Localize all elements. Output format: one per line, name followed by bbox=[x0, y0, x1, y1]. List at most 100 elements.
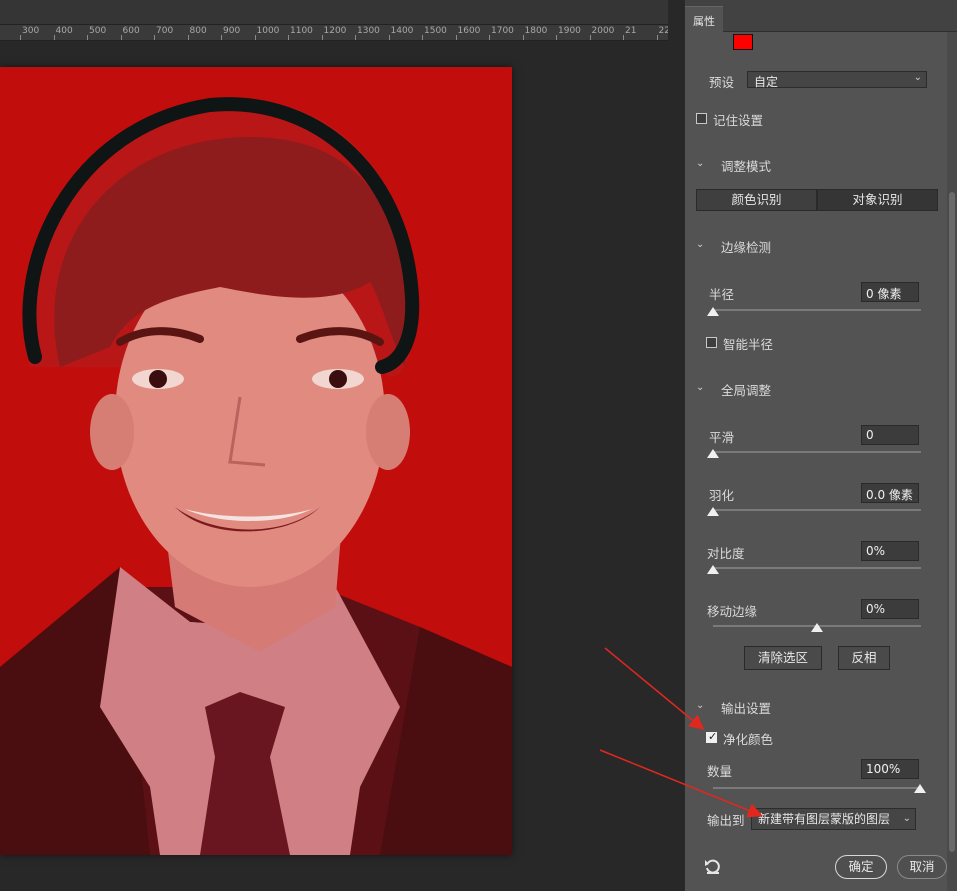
remember-settings-checkbox[interactable] bbox=[696, 113, 707, 124]
ok-button[interactable]: 确定 bbox=[835, 855, 887, 879]
ruler-tick-label: 1500 bbox=[424, 26, 447, 36]
adjust-mode-title: 调整模式 bbox=[721, 159, 772, 174]
color-aware-toggle[interactable]: 颜色识别 bbox=[696, 189, 817, 211]
ruler-tick-mark bbox=[221, 35, 222, 40]
ruler-tick-mark bbox=[187, 35, 189, 40]
chevron-down-icon[interactable]: ⌄ bbox=[696, 158, 704, 169]
ruler-tick-label: 700 bbox=[156, 26, 174, 36]
panel-separator bbox=[668, 0, 684, 891]
panel-tab-bar: 属性 bbox=[685, 0, 957, 32]
ruler-tick-mark bbox=[321, 35, 323, 40]
ruler-tick-mark bbox=[489, 35, 490, 40]
ruler-tick-mark bbox=[656, 35, 658, 40]
amount-input[interactable]: 100% bbox=[861, 759, 919, 779]
chevron-down-icon[interactable]: ⌄ bbox=[696, 382, 704, 393]
ruler-tick-label: 400 bbox=[55, 26, 73, 36]
portrait-illustration bbox=[0, 67, 512, 855]
ruler-tick-mark bbox=[556, 35, 557, 40]
ruler-tick-mark bbox=[254, 35, 256, 40]
shift-edge-slider-handle[interactable] bbox=[811, 623, 823, 632]
object-aware-toggle[interactable]: 对象识别 bbox=[817, 189, 938, 211]
preset-label: 预设 bbox=[709, 75, 735, 90]
output-to-value: 新建带有图层蒙版的图层 bbox=[758, 812, 891, 826]
preset-dropdown[interactable]: 自定 ⌄ bbox=[747, 71, 927, 89]
global-refinements-title: 全局调整 bbox=[721, 383, 772, 398]
clear-selection-button[interactable]: 清除选区 bbox=[744, 646, 822, 670]
output-settings-title: 输出设置 bbox=[721, 701, 772, 716]
invert-button[interactable]: 反相 bbox=[838, 646, 890, 670]
canvas-workspace[interactable]: 300 400 500 600 700 800 900 1000 1100 1200 1300 140… bbox=[0, 0, 668, 891]
ruler-tick-mark bbox=[355, 35, 356, 40]
ruler-tick-mark bbox=[388, 35, 390, 40]
ruler-tick-label: 1800 bbox=[524, 26, 548, 36]
ruler-tick-label: 1600 bbox=[457, 26, 481, 36]
decontaminate-colors-checkbox[interactable] bbox=[706, 730, 717, 743]
feather-label: 羽化 bbox=[709, 488, 735, 503]
feather-slider-handle[interactable] bbox=[707, 507, 719, 516]
chevron-down-icon[interactable]: ⌄ bbox=[696, 239, 704, 250]
smooth-input[interactable]: 0 bbox=[861, 425, 919, 445]
smooth-slider-track[interactable] bbox=[713, 451, 921, 453]
ruler-tick-label: 22 bbox=[658, 26, 669, 36]
remember-settings-label: 记住设置 bbox=[713, 113, 764, 128]
ruler-tick-label: 1100 bbox=[290, 26, 313, 36]
ruler-tick-label: 900 bbox=[223, 26, 241, 36]
amount-slider-handle[interactable] bbox=[914, 784, 926, 793]
ruler-tick-label: 1700 bbox=[491, 26, 514, 36]
chevron-down-icon[interactable]: ⌄ bbox=[696, 700, 704, 711]
radius-slider-track[interactable] bbox=[713, 309, 921, 311]
ruler-tick-label: 1000 bbox=[256, 26, 280, 36]
document-tab-strip bbox=[0, 0, 668, 25]
properties-panel: 属性 预设 自定 ⌄ 记住设置 ⌄ 调整模式 颜色识别 对象识别 ⌄ 边缘检测 … bbox=[684, 0, 957, 891]
preset-value: 自定 bbox=[754, 75, 779, 89]
output-to-dropdown[interactable]: 新建带有图层蒙版的图层 ⌄ bbox=[751, 808, 916, 830]
ruler-tick-label: 800 bbox=[189, 26, 207, 36]
ruler-tick-mark bbox=[20, 35, 21, 40]
reset-icon[interactable] bbox=[704, 858, 722, 876]
ruler-tick-mark bbox=[455, 35, 457, 40]
ruler-tick-label: 2000 bbox=[591, 26, 615, 36]
smooth-slider-handle[interactable] bbox=[707, 449, 719, 458]
ruler-tick-mark bbox=[120, 35, 122, 40]
feather-input[interactable]: 0.0 像素 bbox=[861, 483, 919, 503]
feather-slider-track[interactable] bbox=[713, 509, 921, 511]
cancel-button[interactable]: 取消 bbox=[897, 855, 947, 879]
panel-scrollbar[interactable] bbox=[947, 32, 957, 891]
horizontal-ruler: 300 400 500 600 700 800 900 1000 1100 1200 1300 140… bbox=[0, 25, 668, 41]
tab-properties[interactable]: 属性 bbox=[685, 6, 723, 32]
ruler-tick-label: 600 bbox=[122, 26, 140, 36]
contrast-slider-track[interactable] bbox=[713, 567, 921, 569]
radius-slider-handle[interactable] bbox=[707, 307, 719, 316]
ruler-tick-mark bbox=[623, 35, 624, 40]
ruler-tick-mark bbox=[53, 35, 55, 40]
amount-label: 数量 bbox=[707, 764, 733, 779]
smart-radius-checkbox[interactable] bbox=[706, 337, 717, 348]
portrait-image-with-overlay[interactable] bbox=[0, 67, 512, 855]
ruler-tick-label: 1900 bbox=[558, 26, 581, 36]
radius-input[interactable]: 0 像素 bbox=[861, 282, 919, 302]
amount-slider-track[interactable] bbox=[713, 787, 921, 789]
ruler-tick-label: 300 bbox=[22, 26, 40, 36]
shift-edge-input[interactable]: 0% bbox=[861, 599, 919, 619]
ruler-tick-label: 1200 bbox=[323, 26, 347, 36]
ruler-tick-mark bbox=[87, 35, 88, 40]
ruler-tick-mark bbox=[589, 35, 591, 40]
ruler-tick-label: 500 bbox=[89, 26, 107, 36]
output-to-label: 输出到 bbox=[707, 813, 745, 828]
ruler-tick-label: 1400 bbox=[390, 26, 414, 36]
contrast-input[interactable]: 0% bbox=[861, 541, 919, 561]
ruler-tick-label: 1300 bbox=[357, 26, 380, 36]
ruler-tick-mark bbox=[522, 35, 524, 40]
contrast-slider-handle[interactable] bbox=[707, 565, 719, 574]
contrast-label: 对比度 bbox=[707, 546, 745, 561]
chevron-down-icon: ⌄ bbox=[913, 72, 922, 83]
smooth-label: 平滑 bbox=[709, 430, 735, 445]
ruler-tick-mark bbox=[288, 35, 289, 40]
radius-label: 半径 bbox=[709, 287, 735, 302]
ruler-tick-label: 21 bbox=[625, 26, 637, 36]
scrollbar-thumb[interactable] bbox=[949, 192, 955, 852]
decontaminate-colors-label: 净化颜色 bbox=[723, 732, 774, 747]
overlay-color-swatch[interactable] bbox=[733, 34, 753, 50]
ruler-tick-mark bbox=[422, 35, 423, 40]
chevron-down-icon: ⌄ bbox=[902, 813, 911, 824]
